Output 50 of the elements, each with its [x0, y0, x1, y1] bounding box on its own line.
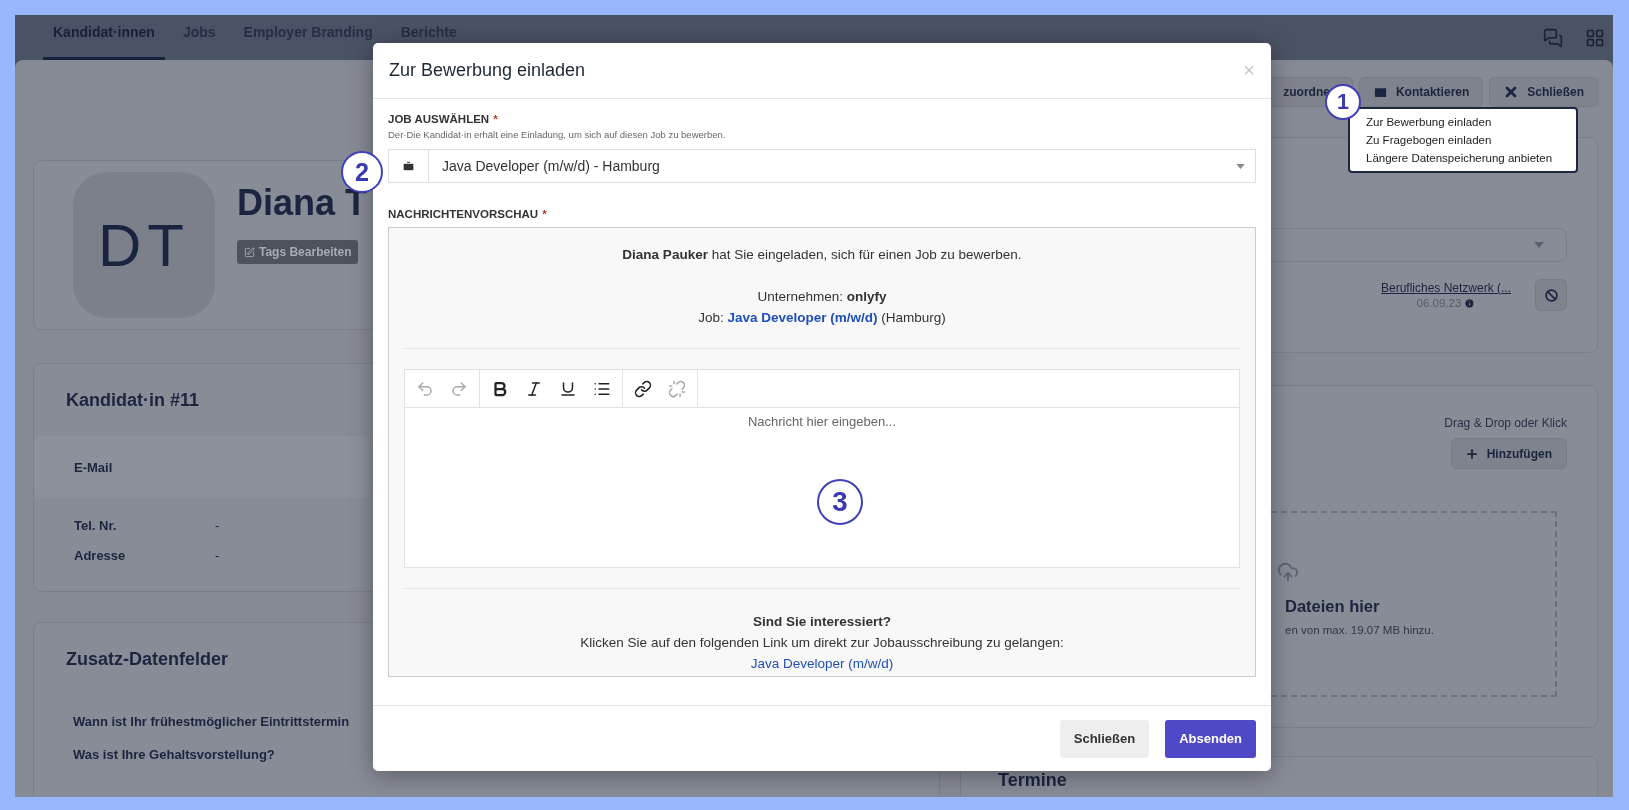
send-button[interactable]: Absenden	[1165, 719, 1256, 758]
info-icon	[1464, 297, 1476, 309]
italic-button[interactable]	[525, 379, 543, 398]
card-title: Kandidat·in #11	[65, 390, 200, 411]
drop-title: Dateien hier	[1285, 597, 1380, 616]
drop-text: en von max. 19.07 MB hinzu.	[1285, 624, 1434, 636]
menu-item[interactable]: Zur Bewerbung einladen	[1366, 113, 1492, 131]
preview-text: Job: Java Developer (m/w/d) (Hamburg)	[697, 309, 947, 327]
briefcase-icon	[402, 159, 415, 173]
edit-icon	[244, 246, 255, 258]
close-button[interactable]: Schließen	[1059, 719, 1150, 758]
field-label: E-Mail	[74, 459, 114, 475]
upload-hint: Drag & Drop oder Klick	[1443, 416, 1567, 430]
caret-icon	[1534, 242, 1544, 248]
action-button[interactable]: Schließen	[1489, 77, 1598, 107]
source-link[interactable]: Berufliches Netzwerk (...	[1380, 281, 1511, 295]
link-button[interactable]	[634, 379, 652, 398]
job-select[interactable]: Java Developer (m/w/d) - Hamburg	[388, 149, 1256, 183]
help-text: Der·Die Kandidat·in erhält eine Einladung, um sich auf diesen Job zu bewerben.	[388, 129, 727, 140]
field-label: JOB AUSWÄHLEN *	[388, 113, 499, 125]
preview-text: Unternehmen: onlyfy	[756, 288, 888, 306]
bold-button[interactable]	[491, 379, 509, 398]
avatar: DT	[73, 172, 215, 318]
tags-button[interactable]: Tags Bearbeiten	[237, 240, 359, 264]
field-label: Tel. Nr.	[74, 517, 118, 533]
caret-icon	[1236, 163, 1245, 169]
job-link[interactable]: Java Developer (m/w/d)	[727, 310, 878, 325]
job-link[interactable]: Java Developer (m/w/d)	[750, 656, 894, 671]
footer-title: Sind Sie interessiert?	[751, 613, 892, 631]
field-value: -	[215, 547, 220, 563]
add-button[interactable]: Hinzufügen	[1450, 438, 1567, 469]
action-button[interactable]: Kontaktieren	[1358, 77, 1484, 107]
field-value: -	[215, 517, 220, 533]
card-title: Zusatz-Datenfelder	[65, 649, 229, 670]
card-title: Termine	[998, 770, 1067, 791]
underline-button[interactable]	[559, 379, 577, 398]
dialog-title: Zur Bewerbung einladen	[389, 60, 586, 81]
menu-item[interactable]: Längere Datenspeicherung anbieten	[1366, 149, 1553, 167]
footer-text: Klicken Sie auf den folgenden Link um direkt zur Jobausschreibung zu gelangen:	[579, 634, 1065, 652]
cloud-upload-icon	[1277, 561, 1299, 583]
block-button[interactable]	[1535, 279, 1567, 311]
question-label: Was ist Ihre Gehaltsvorstellung?	[72, 747, 276, 762]
question-label: Wann ist Ihr frühestmöglicher Eintrittstermin	[72, 714, 351, 729]
menu-item[interactable]: Zu Fragebogen einladen	[1366, 131, 1492, 149]
preview-text: Diana Pauker hat Sie eingeladen, sich für einen Job zu bewerben.	[621, 246, 1023, 264]
plus-icon	[1464, 446, 1479, 461]
field-label: NACHRICHTENVORSCHAU *	[388, 208, 548, 220]
ban-icon	[1544, 288, 1558, 302]
field-label: Adresse	[74, 547, 127, 563]
editor-placeholder: Nachricht hier eingeben...	[746, 413, 898, 429]
